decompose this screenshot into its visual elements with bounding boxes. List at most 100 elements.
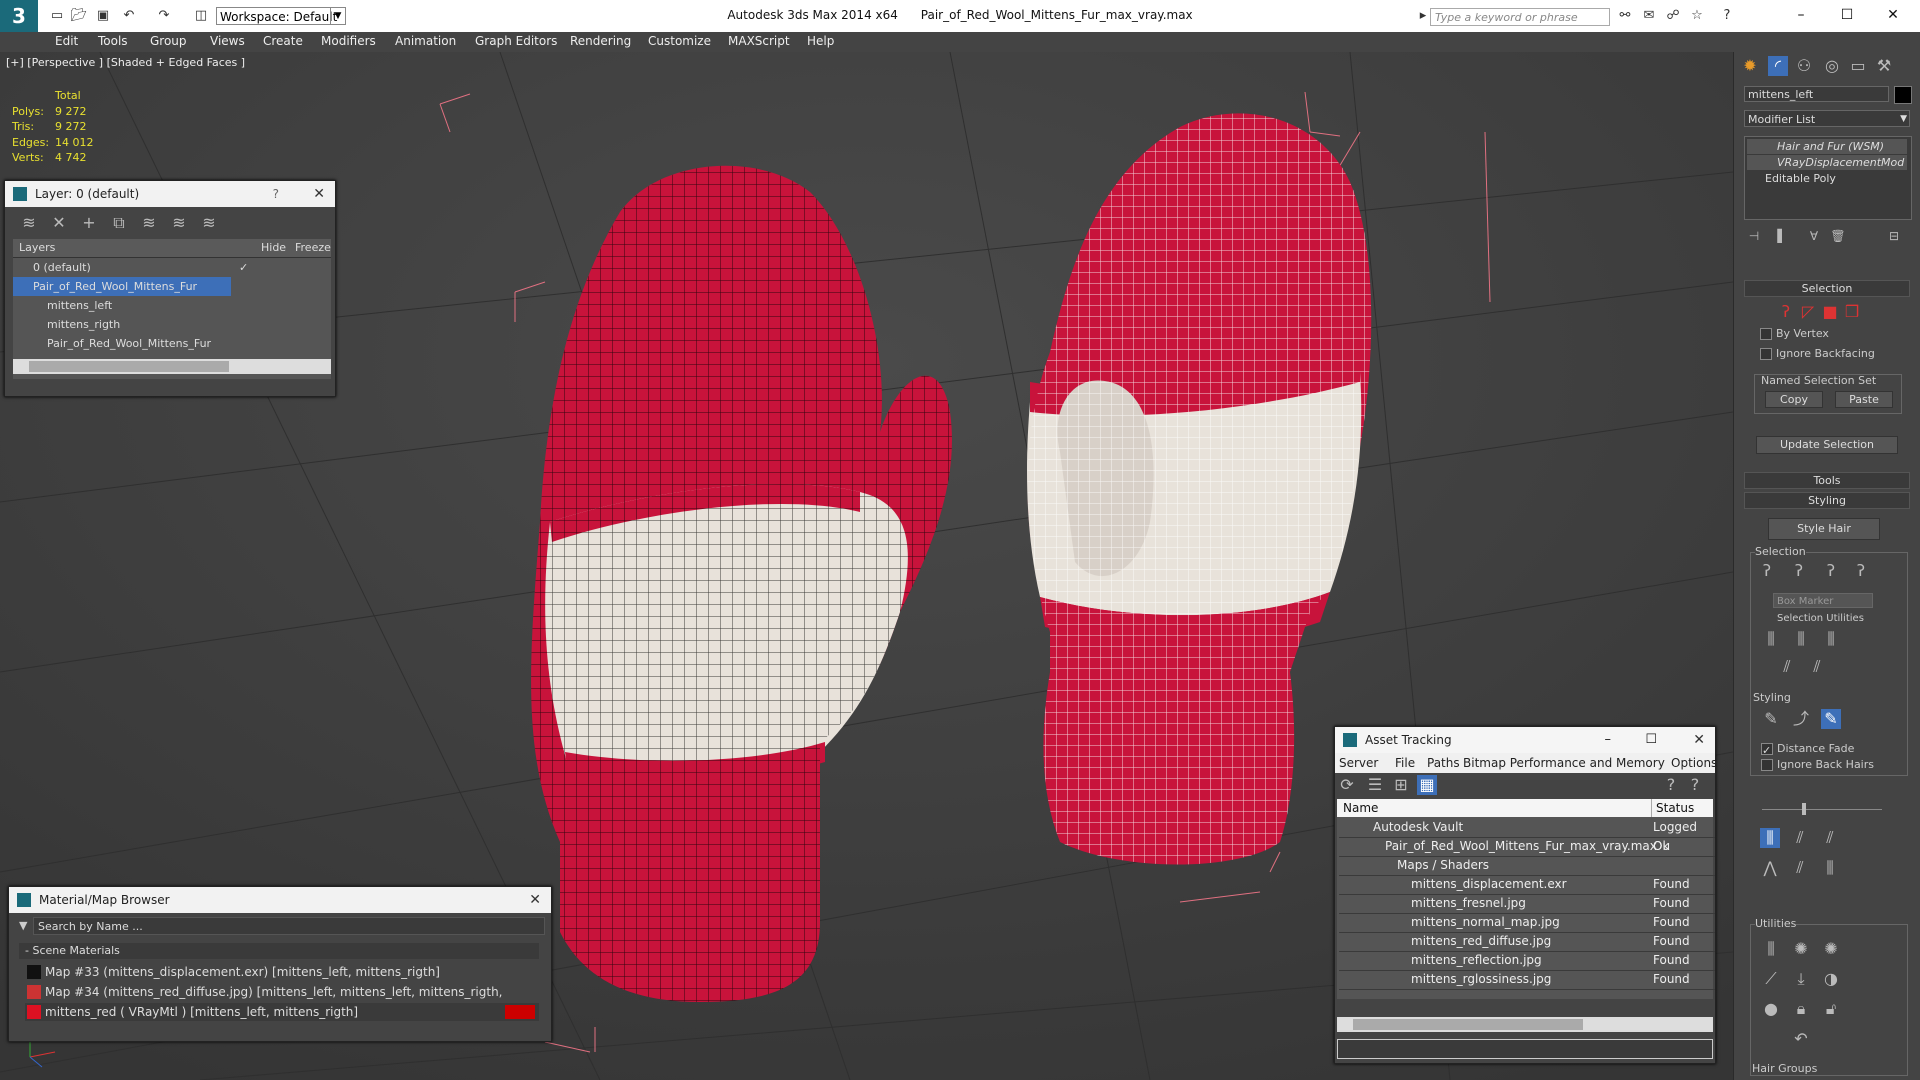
scene-materials-section[interactable]: - Scene Materials: [19, 943, 539, 959]
scale-icon[interactable]: ⫼: [1820, 858, 1840, 878]
rotate-icon[interactable]: ⫽: [1790, 858, 1810, 878]
asset-row[interactable]: mittens_red_diffuse.jpg Found: [1339, 932, 1715, 952]
layer-row[interactable]: Pair_of_Red_Wool_Mittens_Fur: [13, 334, 331, 353]
motion-tab-icon[interactable]: ◎: [1822, 56, 1842, 76]
create-layer-icon[interactable]: ≋: [19, 213, 39, 233]
asset-row[interactable]: mittens_reflection.jpg Found: [1339, 951, 1715, 971]
communication-icon[interactable]: ☍: [1664, 7, 1682, 25]
options-chevron-icon[interactable]: ▼: [19, 919, 29, 932]
pop-zero-sized-icon[interactable]: ✺: [1821, 939, 1841, 959]
stand-icon[interactable]: ⫽: [1790, 828, 1810, 848]
maximize-button[interactable]: ☐: [1824, 0, 1870, 30]
undo-icon[interactable]: ↶: [120, 7, 138, 25]
subscription-icon[interactable]: ✉: [1640, 7, 1658, 25]
menu-tools[interactable]: Tools: [98, 34, 128, 48]
col-layers[interactable]: Layers: [19, 241, 55, 254]
close-icon[interactable]: ✕: [1693, 727, 1705, 753]
hair-brush-icon[interactable]: ✎: [1821, 709, 1841, 729]
clump-icon[interactable]: ⋀: [1760, 858, 1780, 878]
box-marker-dropdown[interactable]: Box Marker: [1773, 593, 1873, 608]
menu-create[interactable]: Create: [263, 34, 303, 48]
col-freeze[interactable]: Freeze: [295, 241, 331, 254]
toggle-collisions-icon[interactable]: ◑: [1821, 969, 1841, 989]
layer-row[interactable]: 0 (default) ✓: [13, 258, 331, 277]
menu-customize[interactable]: Customize: [648, 34, 711, 48]
slider-handle[interactable]: [1802, 803, 1806, 815]
reset-rest-icon[interactable]: ⤓: [1791, 969, 1811, 989]
modifier-list-dropdown[interactable]: Modifier List ▼: [1744, 110, 1910, 127]
refresh-icon[interactable]: ⟳: [1337, 775, 1357, 795]
menu-options[interactable]: Options: [1671, 753, 1717, 773]
attenuate-icon[interactable]: ⫼: [1761, 939, 1781, 959]
close-button[interactable]: ✕: [1870, 0, 1916, 30]
workspace-dropdown[interactable]: Workspace: Default ▼: [216, 7, 346, 25]
layer-window-titlebar[interactable]: Layer: 0 (default) ? ✕: [5, 181, 335, 207]
expand-selection-icon[interactable]: ⫼: [1821, 629, 1841, 649]
menu-group[interactable]: Group: [150, 34, 187, 48]
freeze-all-icon[interactable]: ≋: [199, 213, 219, 233]
tree-view-icon[interactable]: ⊞: [1391, 775, 1411, 795]
show-hidden-icon[interactable]: ⫽: [1807, 657, 1827, 677]
scroll-thumb[interactable]: [1353, 1019, 1583, 1030]
toggle-hair-icon[interactable]: ●: [1761, 999, 1781, 1019]
asset-row[interactable]: Pair_of_Red_Wool_Mittens_Fur_max_vray.ma…: [1339, 837, 1715, 857]
list-view-icon[interactable]: ☰: [1365, 775, 1385, 795]
object-color-swatch[interactable]: [1894, 86, 1912, 104]
close-icon[interactable]: ✕: [529, 887, 541, 913]
col-hide[interactable]: Hide: [261, 241, 286, 254]
configure-sets-icon[interactable]: ⊟: [1884, 226, 1904, 246]
maximize-icon[interactable]: ☐: [1645, 727, 1657, 753]
polygon-icon[interactable]: ■: [1820, 302, 1840, 322]
object-name-field[interactable]: mittens_left: [1744, 86, 1889, 102]
remove-modifier-icon[interactable]: 🗑︎: [1828, 226, 1848, 246]
material-item[interactable]: Map #33 (mittens_displacement.exr) [mitt…: [25, 963, 539, 981]
select-whole-guide-icon[interactable]: ʔ: [1789, 561, 1809, 581]
scroll-thumb[interactable]: [29, 361, 229, 372]
pin-stack-icon[interactable]: ⊣: [1744, 226, 1764, 246]
col-name[interactable]: Name: [1343, 799, 1378, 817]
edge-icon[interactable]: ◸: [1798, 302, 1818, 322]
utilities-tab-icon[interactable]: ⚒: [1874, 56, 1894, 76]
asset-row[interactable]: Maps / Shaders: [1339, 856, 1715, 876]
redo-icon[interactable]: ↷: [155, 7, 173, 25]
copy-button[interactable]: Copy: [1765, 391, 1823, 408]
save-file-icon[interactable]: ▣: [94, 7, 112, 25]
hair-cut-icon[interactable]: ✎: [1761, 709, 1781, 729]
brush-size-slider[interactable]: [1762, 803, 1882, 815]
asset-tracking-titlebar[interactable]: Asset Tracking – ☐ ✕: [1335, 727, 1715, 753]
rotate-selection-icon[interactable]: ⫼: [1791, 629, 1811, 649]
puff-roots-icon[interactable]: ⫽: [1820, 828, 1840, 848]
highlight-layer-icon[interactable]: ≋: [139, 213, 159, 233]
invert-selection-icon[interactable]: ⫼: [1761, 629, 1781, 649]
ignore-back-hairs-checkbox[interactable]: [1761, 759, 1773, 771]
hide-all-icon[interactable]: ≋: [169, 213, 189, 233]
element-icon[interactable]: ❒: [1842, 302, 1862, 322]
hide-selected-icon[interactable]: ⫽: [1777, 657, 1797, 677]
menu-animation[interactable]: Animation: [395, 34, 456, 48]
menu-file[interactable]: File: [1395, 753, 1415, 773]
open-file-icon[interactable]: 📂︎: [70, 7, 88, 25]
new-file-icon[interactable]: ▭: [48, 7, 66, 25]
question-icon[interactable]: ?: [1685, 775, 1705, 795]
material-item[interactable]: mittens_red ( VRayMtl ) [mittens_left, m…: [25, 1003, 539, 1021]
menu-edit[interactable]: Edit: [55, 34, 78, 48]
create-tab-icon[interactable]: ✹: [1740, 56, 1760, 76]
project-folder-icon[interactable]: ◫: [192, 7, 210, 25]
layer-row[interactable]: mittens_left: [13, 296, 331, 315]
app-logo[interactable]: 3: [0, 0, 38, 32]
binoculars-icon[interactable]: ⚯: [1616, 7, 1634, 25]
menu-graph-editors[interactable]: Graph Editors: [475, 34, 557, 48]
select-objects-icon[interactable]: ⧉: [109, 213, 129, 233]
unlock-icon[interactable]: 🔓︎: [1821, 999, 1841, 1019]
styling-rollout-header[interactable]: Styling: [1744, 492, 1910, 509]
close-icon[interactable]: ✕: [313, 181, 325, 207]
menu-views[interactable]: Views: [210, 34, 245, 48]
select-tool-icon[interactable]: ⤴: [1791, 709, 1811, 729]
update-selection-button[interactable]: Update Selection: [1756, 436, 1898, 454]
delete-layer-icon[interactable]: ✕: [49, 213, 69, 233]
distance-fade-checkbox[interactable]: ✓: [1761, 743, 1773, 757]
horizontal-scrollbar[interactable]: [1337, 1017, 1713, 1032]
material-item[interactable]: Map #34 (mittens_red_diffuse.jpg) [mitte…: [25, 983, 539, 1017]
search-input[interactable]: Type a keyword or phrase: [1430, 8, 1610, 26]
add-selection-icon[interactable]: +: [79, 213, 99, 233]
